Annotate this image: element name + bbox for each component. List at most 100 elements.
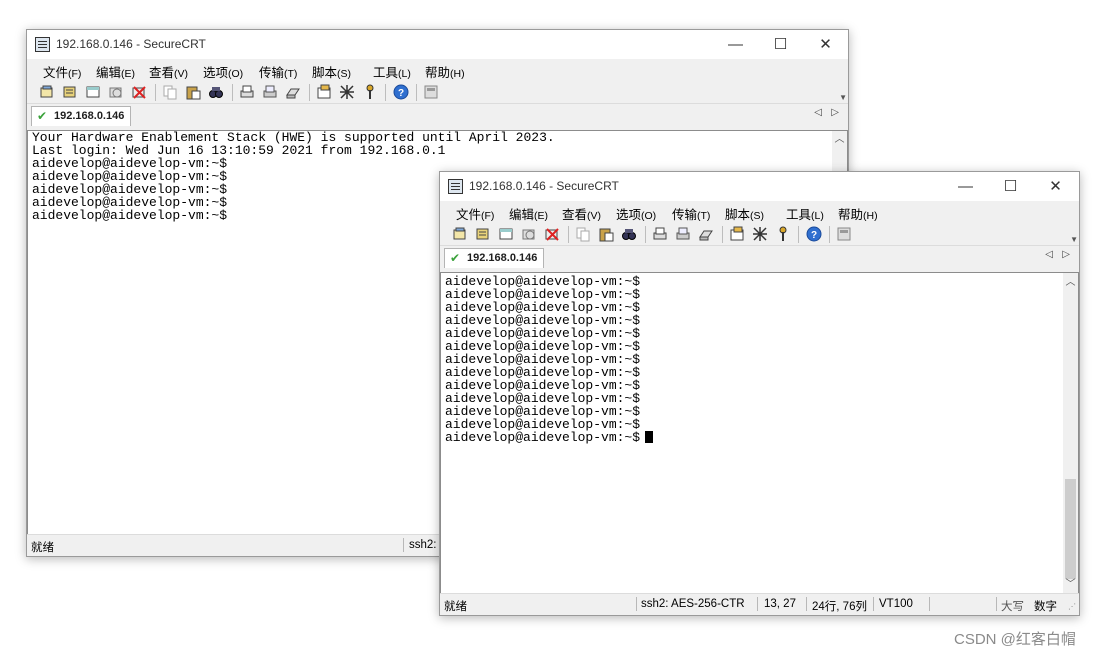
session-tab[interactable]: ✔ 192.168.0.146 (444, 248, 545, 268)
scroll-thumb[interactable] (1065, 479, 1076, 579)
status-separator (929, 597, 930, 611)
securecrt-app-icon (448, 179, 463, 194)
connect-icon[interactable] (452, 226, 468, 242)
status-separator (757, 597, 758, 611)
menu-view[interactable]: 查看(V) (562, 204, 601, 223)
disconnect-icon[interactable] (131, 84, 147, 100)
back-tab-bar: ✔ 192.168.0.146 ◁ ▷ (27, 104, 848, 126)
menu-script[interactable]: 脚本(S) (725, 204, 764, 223)
copy-icon[interactable] (575, 226, 591, 242)
connect-icon[interactable] (39, 84, 55, 100)
menu-file[interactable]: 文件(F) (43, 62, 81, 81)
front-securecrt-window: 192.168.0.146 - SecureCRT — ☐ ✕ 文件(F) 编辑… (439, 171, 1080, 616)
maximize-icon: ☐ (773, 36, 788, 53)
toolbar-separator (232, 84, 233, 101)
print-selection-icon[interactable] (262, 84, 278, 100)
quick-connect-icon[interactable] (62, 84, 78, 100)
connect-in-tab-icon[interactable] (85, 84, 101, 100)
menu-file[interactable]: 文件(F) (456, 204, 494, 223)
csdn-watermark: CSDN @红客白帽 (954, 631, 1076, 648)
quick-connect-icon[interactable] (475, 226, 491, 242)
session-tab[interactable]: ✔ 192.168.0.146 (31, 106, 132, 126)
front-tab-bar: ✔ 192.168.0.146 ◁ ▷ (440, 246, 1079, 268)
front-title-bar[interactable]: 192.168.0.146 - SecureCRT — ☐ ✕ (440, 172, 1079, 201)
find-icon[interactable] (621, 226, 637, 242)
reconnect-icon[interactable] (521, 226, 537, 242)
status-emulation: VT100 (879, 598, 913, 610)
tab-scroll-right-icon[interactable]: ▷ (1062, 249, 1070, 260)
status-num-lock: 数字 (1034, 601, 1057, 613)
maximize-icon: ☐ (1003, 178, 1018, 195)
status-caps-lock: 大写 (1001, 601, 1024, 613)
status-cipher: ssh2: (409, 539, 437, 551)
menu-tools[interactable]: 工具(L) (786, 204, 824, 223)
session-options-icon[interactable] (729, 226, 745, 242)
paste-icon[interactable] (598, 226, 614, 242)
tab-scroll-left-icon[interactable]: ◁ (814, 107, 822, 118)
toolbar-overflow-icon[interactable]: ▼ (1070, 235, 1078, 244)
toolbar-separator (309, 84, 310, 101)
paste-icon[interactable] (185, 84, 201, 100)
help-icon[interactable]: ? (806, 226, 822, 242)
svg-text:?: ? (398, 88, 404, 99)
toolbar-separator (645, 226, 646, 243)
global-options-icon[interactable] (339, 84, 355, 100)
terminal-scrollbar[interactable]: ︿ ﹀ (1063, 273, 1078, 594)
toolbar-extra-icon[interactable] (423, 84, 439, 100)
tab-scroll-left-icon[interactable]: ◁ (1045, 249, 1053, 260)
menu-options[interactable]: 选项(O) (616, 204, 656, 223)
back-title-bar[interactable]: 192.168.0.146 - SecureCRT — ☐ ✕ (27, 30, 848, 59)
menu-script[interactable]: 脚本(S) (312, 62, 351, 81)
print-icon[interactable] (652, 226, 668, 242)
close-button[interactable]: ✕ (803, 30, 848, 59)
menu-tools[interactable]: 工具(L) (373, 62, 411, 81)
toolbar-overflow-icon[interactable]: ▼ (839, 93, 847, 102)
menu-options[interactable]: 选项(O) (203, 62, 243, 81)
status-separator (996, 597, 997, 611)
disconnect-icon[interactable] (544, 226, 560, 242)
status-separator (873, 597, 874, 611)
help-icon[interactable]: ? (393, 84, 409, 100)
toolbar-extra-icon[interactable] (836, 226, 852, 242)
menu-help[interactable]: 帮助(H) (838, 204, 878, 223)
scroll-down-icon[interactable]: ﹀ (1063, 577, 1078, 593)
toolbar-separator (722, 226, 723, 243)
back-toolbar: ? ▼ (27, 81, 848, 104)
resize-grip-icon[interactable]: ⋰ (1068, 602, 1076, 611)
front-terminal[interactable]: aidevelop@aidevelop-vm:~$ aidevelop@aidev… (440, 272, 1079, 595)
status-separator (403, 538, 404, 552)
status-cursor-position: 13, 27 (764, 598, 796, 610)
status-separator (806, 597, 807, 611)
find-icon[interactable] (208, 84, 224, 100)
scroll-up-icon[interactable]: ︿ (832, 132, 847, 148)
print-icon[interactable] (239, 84, 255, 100)
maximize-button[interactable]: ☐ (758, 30, 803, 59)
close-icon: ✕ (1049, 178, 1062, 195)
menu-transfer[interactable]: 传输(T) (672, 204, 710, 223)
status-ready: 就绪 (31, 542, 54, 554)
connect-in-tab-icon[interactable] (498, 226, 514, 242)
menu-edit[interactable]: 编辑(E) (509, 204, 548, 223)
close-button[interactable]: ✕ (1033, 172, 1078, 201)
menu-view[interactable]: 查看(V) (149, 62, 188, 81)
copy-icon[interactable] (162, 84, 178, 100)
tab-scroll-right-icon[interactable]: ▷ (831, 107, 839, 118)
minimize-button[interactable]: — (943, 172, 988, 201)
toolbar-separator (155, 84, 156, 101)
menu-edit[interactable]: 编辑(E) (96, 62, 135, 81)
menu-help[interactable]: 帮助(H) (425, 62, 465, 81)
toolbar-separator (829, 226, 830, 243)
global-options-icon[interactable] (752, 226, 768, 242)
scroll-up-icon[interactable]: ︿ (1063, 275, 1078, 291)
minimize-icon: — (728, 36, 743, 53)
key-icon[interactable] (775, 226, 791, 242)
print-setup-icon[interactable] (698, 226, 714, 242)
maximize-button[interactable]: ☐ (988, 172, 1033, 201)
key-icon[interactable] (362, 84, 378, 100)
print-setup-icon[interactable] (285, 84, 301, 100)
reconnect-icon[interactable] (108, 84, 124, 100)
minimize-button[interactable]: — (713, 30, 758, 59)
menu-transfer[interactable]: 传输(T) (259, 62, 297, 81)
print-selection-icon[interactable] (675, 226, 691, 242)
session-options-icon[interactable] (316, 84, 332, 100)
